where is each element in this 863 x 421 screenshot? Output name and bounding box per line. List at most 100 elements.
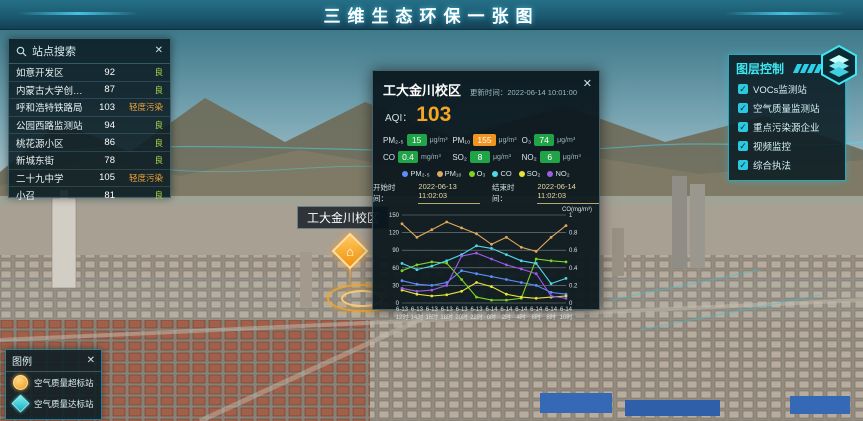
chart-legend-item[interactable]: CO — [492, 169, 511, 178]
station-quality-level: 良 — [115, 119, 163, 131]
station-quality-level: 良 — [115, 137, 163, 149]
station-aqi-value: 78 — [91, 155, 115, 166]
station-aqi-value: 103 — [91, 102, 115, 113]
layer-label: 空气质量监测站 — [753, 101, 820, 115]
pollutant-cell: SO₂8μg/m³ — [452, 151, 519, 163]
station-list: 如意开发区92良内蒙古大学创业学院87良呼和浩特铁路局103轻度污染公园西路监测… — [9, 64, 170, 204]
station-row[interactable]: 如意开发区92良 — [9, 64, 170, 81]
map-legend-panel: 图例 ✕ 空气质量超标站空气质量达标站 — [5, 349, 102, 420]
legend-panel-close-button[interactable]: ✕ — [87, 356, 95, 366]
chart-legend-label: SO₂ — [527, 169, 541, 178]
pollutant-unit: μg/m³ — [557, 137, 575, 144]
tower-right-2 — [690, 184, 705, 268]
station-row[interactable]: 公园西路监测站94良 — [9, 116, 170, 134]
aqi-row: AQI： 103 — [373, 101, 599, 127]
legend-list: 空气质量超标站空气质量达标站 — [6, 372, 101, 414]
station-row[interactable]: 桃花源小区86良 — [9, 133, 170, 151]
pollutant-cell: PM₁₀155μg/m³ — [452, 134, 519, 146]
svg-text:6-14: 6-14 — [560, 307, 573, 313]
svg-text:6-14: 6-14 — [515, 307, 528, 313]
chart-legend-item[interactable]: PM₁₀ — [437, 169, 462, 178]
svg-text:6-13: 6-13 — [411, 307, 424, 313]
layer-label: VOCs监测站 — [753, 82, 807, 96]
checkbox-checked-icon[interactable]: ✓ — [738, 103, 748, 113]
trend-line-chart[interactable]: 030609012015000.20.40.60.81CO(mg/m³)6-13… — [378, 205, 594, 329]
svg-text:CO(mg/m³): CO(mg/m³) — [562, 207, 592, 213]
chart-legend-item[interactable]: NO₂ — [547, 169, 569, 178]
layer-list: ✓VOCs监测站✓空气质量监测站✓重点污染源企业✓视频监控✓综合执法 — [729, 79, 845, 174]
station-name: 新城东街 — [16, 153, 91, 167]
chart-legend-item[interactable]: PM₂.₅ — [402, 169, 429, 178]
legend-item-label: 空气质量达标站 — [34, 398, 94, 410]
station-name: 如意开发区 — [16, 65, 91, 79]
start-time-input[interactable]: 2022-06-13 11:02:03 — [418, 182, 480, 204]
legend-dot-icon — [469, 171, 475, 177]
station-row[interactable]: 小召81良 — [9, 186, 170, 204]
svg-text:0时: 0时 — [487, 313, 496, 321]
end-time-input[interactable]: 2022-06-14 11:02:03 — [537, 182, 599, 204]
legend-item: 空气质量超标站 — [6, 372, 101, 393]
svg-text:0.4: 0.4 — [569, 266, 578, 272]
svg-text:6时: 6时 — [532, 313, 541, 321]
layer-checkbox-item[interactable]: ✓重点污染源企业 — [729, 117, 845, 136]
factory-icon: ⌂ — [335, 236, 365, 266]
svg-text:22时: 22时 — [470, 313, 483, 321]
station-row[interactable]: 内蒙古大学创业学院87良 — [9, 81, 170, 99]
svg-text:0.6: 0.6 — [569, 248, 578, 254]
svg-text:14时: 14时 — [411, 313, 424, 321]
pollutant-unit: μg/m³ — [430, 137, 448, 144]
end-time-label: 结束时间： — [492, 182, 525, 204]
checkbox-checked-icon[interactable]: ✓ — [738, 141, 748, 151]
svg-text:10时: 10时 — [560, 313, 573, 321]
aqi-label: AQI： — [385, 109, 412, 124]
layer-checkbox-item[interactable]: ✓综合执法 — [729, 155, 845, 174]
svg-text:6-14: 6-14 — [545, 307, 558, 313]
popup-header: 工大金川校区 更新时间：2022-06-14 10:01:00 — [373, 71, 599, 101]
layers-icon[interactable] — [818, 44, 860, 86]
station-row[interactable]: 二十九中学105轻度污染 — [9, 169, 170, 187]
chart-legend: PM₂.₅ PM₁₀ O₃ CO SO₂ NO₂ — [373, 167, 599, 180]
chart-legend-item[interactable]: O₃ — [469, 169, 486, 178]
start-time-label: 开始时间： — [373, 182, 406, 204]
pollutant-grid: PM₂.₅15μg/m³PM₁₀155μg/m³O₃74μg/m³CO0.4mg… — [373, 127, 599, 167]
station-name: 二十九中学 — [16, 171, 91, 185]
station-quality-level: 良 — [115, 154, 163, 166]
legend-item-label: 空气质量超标站 — [34, 377, 94, 389]
aqi-value: 103 — [416, 103, 451, 127]
pollutant-name: CO — [383, 153, 395, 162]
station-quality-level: 轻度污染 — [115, 172, 163, 184]
checkbox-checked-icon[interactable]: ✓ — [738, 122, 748, 132]
station-name: 呼和浩特铁路局 — [16, 100, 91, 114]
legend-dot-icon — [492, 171, 498, 177]
svg-text:6-13: 6-13 — [426, 307, 439, 313]
station-aqi-value: 81 — [91, 190, 115, 201]
station-row[interactable]: 呼和浩特铁路局103轻度污染 — [9, 98, 170, 116]
checkbox-checked-icon[interactable]: ✓ — [738, 84, 748, 94]
chart-legend-item[interactable]: SO₂ — [519, 169, 541, 178]
pollutant-unit: mg/m³ — [421, 154, 441, 161]
chart-legend-label: CO — [500, 169, 511, 178]
popup-close-button[interactable]: ✕ — [583, 77, 592, 90]
station-marker[interactable]: ⌂ — [335, 236, 365, 266]
svg-text:150: 150 — [389, 213, 400, 219]
station-panel-title: 站点搜索 — [32, 43, 76, 59]
svg-text:60: 60 — [392, 266, 399, 272]
layer-checkbox-item[interactable]: ✓ 视频监控 — [729, 136, 845, 155]
tower-right-1 — [672, 176, 687, 268]
header-decoration-left — [18, 12, 138, 15]
checkbox-checked-icon[interactable]: ✓ — [738, 160, 748, 170]
layer-checkbox-item[interactable]: ✓ 空气质量监测站 — [729, 98, 845, 117]
station-panel-close-button[interactable]: ✕ — [155, 46, 163, 56]
layer-panel-title: 图层控制 — [736, 60, 784, 77]
chart-legend-label: PM₂.₅ — [410, 169, 429, 178]
svg-text:8时: 8时 — [546, 313, 555, 321]
svg-text:6-14: 6-14 — [500, 307, 513, 313]
layer-label: 视频监控 — [753, 139, 791, 153]
svg-text:6-13: 6-13 — [396, 307, 409, 313]
station-row[interactable]: 新城东街78良 — [9, 151, 170, 169]
station-list-panel: 站点搜索 ✕ 如意开发区92良内蒙古大学创业学院87良呼和浩特铁路局103轻度污… — [8, 38, 171, 198]
svg-text:0.2: 0.2 — [569, 283, 578, 289]
update-time: 更新时间：2022-06-14 10:01:00 — [470, 87, 577, 98]
svg-text:6-13: 6-13 — [471, 307, 484, 313]
blue-warehouse — [625, 400, 720, 416]
